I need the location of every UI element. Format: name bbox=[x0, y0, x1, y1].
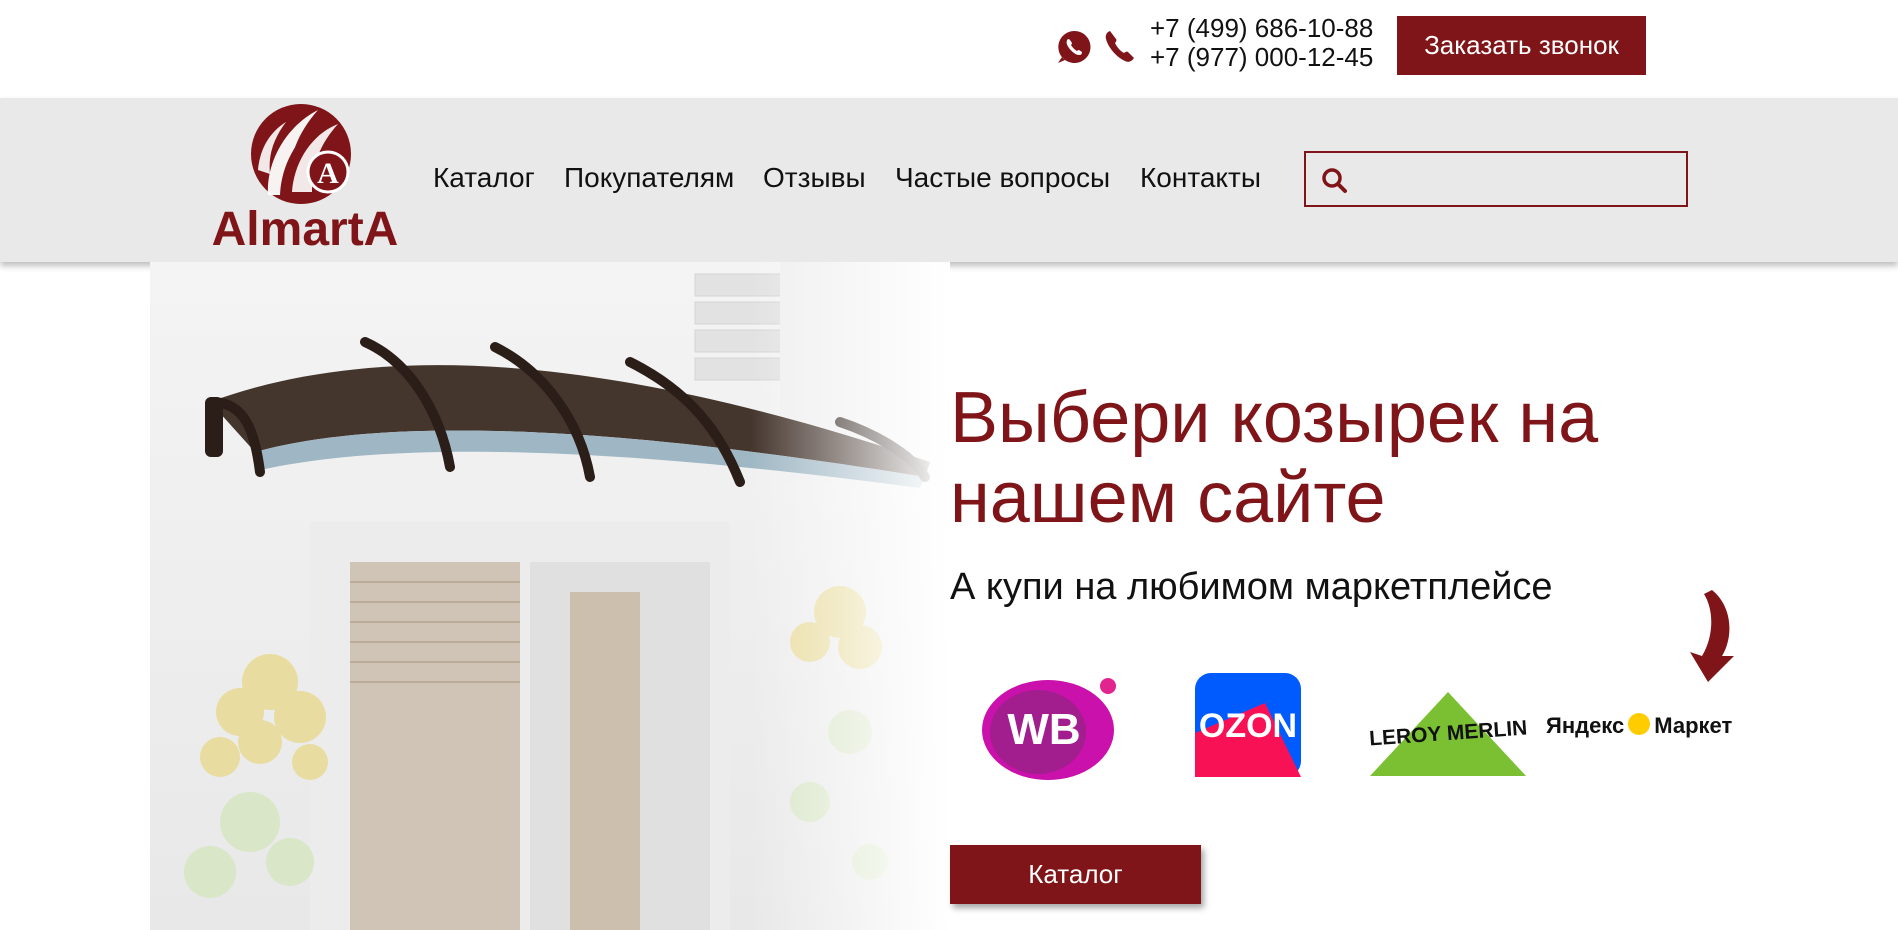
nav-item-contacts[interactable]: Контакты bbox=[1140, 162, 1261, 194]
leroy-merlin-logo[interactable]: LEROY MERLIN bbox=[1360, 670, 1535, 782]
whatsapp-icon[interactable] bbox=[1056, 29, 1092, 65]
logo-text[interactable]: AlmartA bbox=[210, 202, 400, 257]
phone-numbers: +7 (499) 686-10-88 +7 (977) 000-12-45 bbox=[1150, 14, 1373, 72]
yandex-logo-right: Маркет bbox=[1654, 713, 1733, 738]
logo-emblem-letter: A bbox=[317, 157, 339, 190]
search-input[interactable] bbox=[1358, 159, 1680, 201]
nav-item-faq[interactable]: Частые вопросы bbox=[895, 162, 1110, 194]
search-box[interactable] bbox=[1304, 151, 1688, 207]
hero-subtitle: А купи на любимом маркетплейсе bbox=[950, 566, 1553, 608]
yandex-market-logo[interactable]: Яндекс Маркет bbox=[1546, 706, 1752, 746]
yandex-market-icon bbox=[1628, 713, 1651, 735]
top-bar: +7 (499) 686-10-88 +7 (977) 000-12-45 За… bbox=[0, 0, 1898, 98]
phone-icon[interactable] bbox=[1102, 28, 1140, 66]
phone-number-1[interactable]: +7 (499) 686-10-88 bbox=[1150, 14, 1373, 43]
nav-item-customers[interactable]: Покупателям bbox=[564, 162, 734, 194]
hero-title: Выбери козырек на нашем сайте bbox=[950, 378, 1599, 538]
search-icon[interactable] bbox=[1320, 166, 1348, 194]
wb-logo-text: WB bbox=[1007, 705, 1080, 754]
callback-button[interactable]: Заказать звонок bbox=[1397, 16, 1646, 75]
ozon-logo-text: OZON bbox=[1199, 707, 1297, 745]
arrow-down-icon bbox=[1690, 590, 1734, 682]
nav-item-reviews[interactable]: Отзывы bbox=[763, 162, 866, 194]
yandex-logo-left: Яндекс bbox=[1546, 713, 1625, 738]
phone-number-2[interactable]: +7 (977) 000-12-45 bbox=[1150, 43, 1373, 72]
ozon-logo[interactable]: OZON bbox=[1195, 673, 1301, 777]
wildberries-logo[interactable]: WB bbox=[978, 672, 1118, 782]
canopy-product-image bbox=[150, 262, 950, 930]
nav-item-catalog[interactable]: Каталог bbox=[433, 162, 535, 194]
catalog-button[interactable]: Каталог bbox=[950, 845, 1201, 904]
